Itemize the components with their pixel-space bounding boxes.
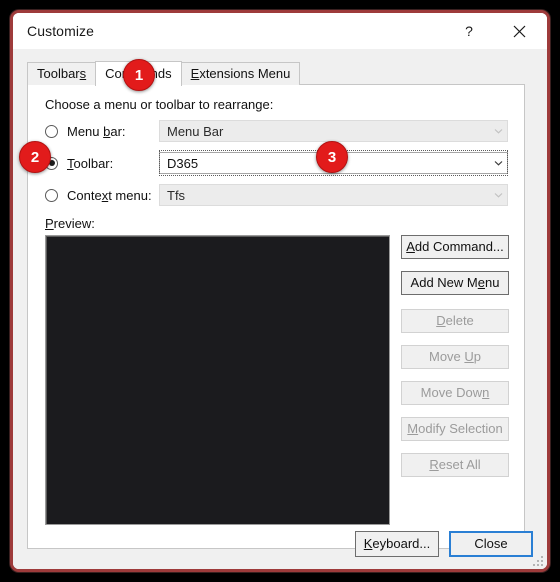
tab-toolbars-label: Toolbars xyxy=(37,66,87,81)
help-glyph: ? xyxy=(465,23,473,39)
resize-grip[interactable] xyxy=(530,553,543,566)
preview-panel[interactable] xyxy=(45,235,390,525)
radio-row-toolbar[interactable]: Toolbar: xyxy=(45,152,113,174)
modify-selection-label: Modify Selection xyxy=(407,421,503,436)
help-icon[interactable]: ? xyxy=(447,13,491,49)
chevron-down-icon xyxy=(489,192,507,198)
radio-menu-bar-label: Menu bar: xyxy=(67,123,126,139)
window-title: Customize xyxy=(27,23,95,39)
delete-button[interactable]: Delete xyxy=(401,309,509,333)
callout-badge-3: 3 xyxy=(316,141,348,173)
tab-extensions-menu-label: Extensions Menu xyxy=(190,66,291,81)
keyboard-button[interactable]: Keyboard... xyxy=(355,531,439,557)
tab-page-commands: Choose a menu or toolbar to rearrange: M… xyxy=(27,84,525,549)
move-down-button[interactable]: Move Down xyxy=(401,381,509,405)
close-label: Close xyxy=(474,536,508,551)
reset-all-label: Reset All xyxy=(429,457,481,472)
keyboard-label: Keyboard... xyxy=(363,536,431,551)
radio-context-menu[interactable] xyxy=(45,188,58,202)
move-up-button[interactable]: Move Up xyxy=(401,345,509,369)
dialog-footer: Keyboard... Close xyxy=(355,531,533,557)
tab-strip: Toolbars Commands Extensions Menu xyxy=(27,61,301,86)
combo-menu-bar-value: Menu Bar xyxy=(167,123,224,139)
close-icon[interactable] xyxy=(497,13,541,49)
delete-label: Delete xyxy=(436,313,474,328)
preview-label: Preview: xyxy=(45,216,95,231)
screenshot-root: Customize ? Toolbars Com ands Extensions… xyxy=(0,0,560,582)
reset-all-button[interactable]: Reset All xyxy=(401,453,509,477)
add-command-button[interactable]: Add Command... xyxy=(401,235,509,259)
move-up-label: Move Up xyxy=(428,349,482,364)
callout-badge-1-number: 1 xyxy=(134,66,144,84)
close-button[interactable]: Close xyxy=(449,531,533,557)
tab-extensions-menu[interactable]: Extensions Menu xyxy=(180,62,301,85)
choose-instruction-label: Choose a menu or toolbar to rearrange: xyxy=(45,97,274,112)
chevron-down-icon xyxy=(489,128,507,134)
radio-row-menu-bar[interactable]: Menu bar: xyxy=(45,120,126,142)
command-button-column: Add Command... Add New Menu Delete Move … xyxy=(401,235,509,477)
chevron-down-icon xyxy=(489,160,507,166)
radio-row-context-menu[interactable]: Context menu: xyxy=(45,184,152,206)
customize-dialog-window: Customize ? Toolbars Com ands Extensions… xyxy=(10,10,550,572)
add-new-menu-button[interactable]: Add New Menu xyxy=(401,271,509,295)
tab-toolbars[interactable]: Toolbars xyxy=(27,62,97,85)
move-down-label: Move Down xyxy=(420,385,490,400)
radio-menu-bar[interactable] xyxy=(45,124,58,138)
radio-context-menu-label: Context menu: xyxy=(67,187,152,203)
callout-badge-3-number: 3 xyxy=(327,148,337,166)
modify-selection-button[interactable]: Modify Selection xyxy=(401,417,509,441)
add-new-menu-label: Add New Menu xyxy=(410,275,500,290)
combo-context-menu-value: Tfs xyxy=(167,187,186,203)
dialog-inner: Customize ? Toolbars Com ands Extensions… xyxy=(13,13,547,569)
add-command-label: Add Command... xyxy=(406,239,504,254)
combo-context-menu[interactable]: Tfs xyxy=(159,184,508,206)
dialog-body: Toolbars Commands Extensions Menu Choose… xyxy=(13,49,547,569)
callout-badge-2: 2 xyxy=(19,141,51,173)
combo-menu-bar[interactable]: Menu Bar xyxy=(159,120,508,142)
callout-badge-1: 1 xyxy=(123,59,155,91)
radio-toolbar-label: Toolbar: xyxy=(67,155,114,171)
title-bar: Customize ? xyxy=(13,13,547,49)
callout-badge-2-number: 2 xyxy=(30,148,40,166)
